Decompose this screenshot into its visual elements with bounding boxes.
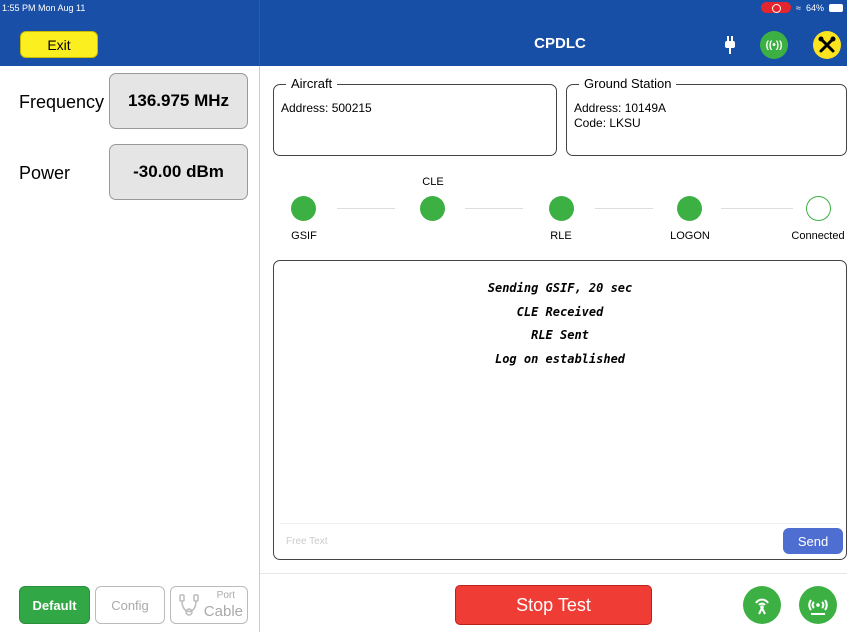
power-value[interactable]: -30.00 dBm <box>109 144 248 200</box>
wifi-status-icon: ≈ <box>796 2 801 13</box>
step-connector <box>595 208 653 209</box>
recording-icon <box>761 2 792 13</box>
step-connector <box>337 208 395 209</box>
log-line: Sending GSIF, 20 sec <box>487 281 633 295</box>
exit-button[interactable]: Exit <box>20 31 98 58</box>
step-connector <box>721 208 793 209</box>
broadcast-icon[interactable]: ((•)) <box>760 31 788 59</box>
step-rle-dot <box>549 196 574 221</box>
send-button[interactable]: Send <box>783 528 843 554</box>
step-connected-dot <box>806 196 831 221</box>
port-label: Port <box>216 590 235 601</box>
divider <box>280 523 840 524</box>
frequency-label: Frequency <box>19 92 105 112</box>
power-label: Power <box>19 163 71 183</box>
broadcast-station-icon[interactable] <box>799 586 837 624</box>
step-cle-dot <box>420 196 445 221</box>
step-logon-dot <box>677 196 702 221</box>
ground-station-address: Address: 10149A <box>574 101 667 115</box>
antenna-icon[interactable] <box>743 586 781 624</box>
bottom-bar: Default Config Port Cable Stop Test <box>0 573 847 632</box>
stop-test-button[interactable]: Stop Test <box>455 585 652 625</box>
left-panel: Frequency 136.975 MHz Power -30.00 dBm <box>0 66 260 632</box>
log-line: RLE Sent <box>531 328 589 342</box>
battery-icon <box>829 3 843 12</box>
header-bar: 1:55 PM Mon Aug 11 ≈ 64% Exit CPDLC ((•)… <box>0 0 847 66</box>
ground-station-code: Code: LKSU <box>574 116 641 130</box>
message-log: Sending GSIF, 20 sec CLE Received RLE Se… <box>273 260 847 560</box>
cable-label: Cable <box>203 603 243 620</box>
aircraft-address: Address: 500215 <box>281 101 372 115</box>
log-line: CLE Received <box>516 305 604 319</box>
ground-station-legend: Ground Station <box>579 76 677 91</box>
step-cle-label: CLE <box>422 176 444 188</box>
status-indicators: ≈ 64% <box>761 2 843 13</box>
cable-icon <box>179 594 199 616</box>
step-connector <box>465 208 523 209</box>
frequency-value[interactable]: 136.975 MHz <box>109 73 248 129</box>
step-gsif-label: GSIF <box>291 230 317 242</box>
step-rle-label: RLE <box>550 230 572 242</box>
aircraft-group: Aircraft Address: 500215 <box>273 76 557 156</box>
config-button[interactable]: Config <box>95 586 165 624</box>
aircraft-legend: Aircraft <box>286 76 338 91</box>
default-button[interactable]: Default <box>19 586 90 624</box>
port-cable-button[interactable]: Port Cable <box>170 586 248 624</box>
step-connected-label: Connected <box>791 230 845 242</box>
status-time: 1:55 PM Mon Aug 11 <box>2 3 86 13</box>
step-gsif-dot <box>291 196 316 221</box>
step-logon-label: LOGON <box>670 230 710 242</box>
plug-icon <box>725 36 735 54</box>
log-line: Log on established <box>494 352 626 366</box>
page-title: CPDLC <box>534 35 586 52</box>
tools-icon[interactable] <box>813 31 841 59</box>
free-text-input[interactable]: Free Text <box>286 536 328 547</box>
ground-station-group: Ground Station Address: 10149A Code: LKS… <box>566 76 847 156</box>
battery-percent: 64% <box>805 2 824 13</box>
divider <box>260 573 847 574</box>
